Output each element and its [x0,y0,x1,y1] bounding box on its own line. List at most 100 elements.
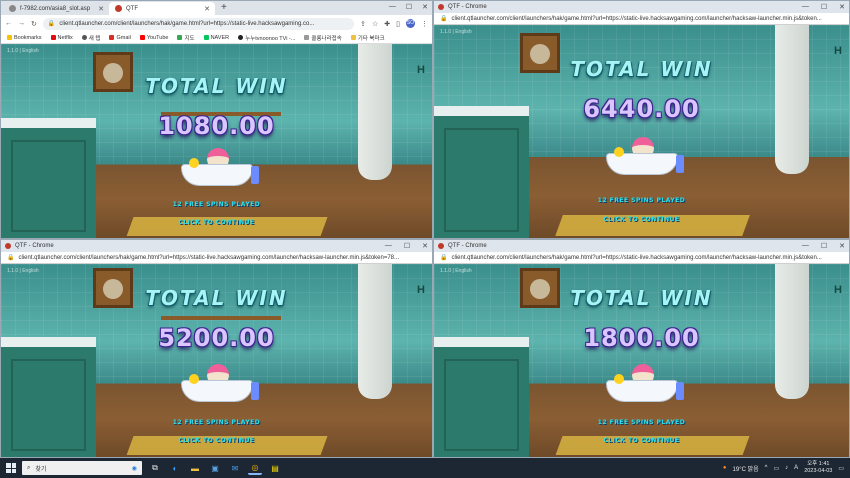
window-controls: — ☐ ✕ [802,242,845,250]
total-win-label: TOTAL WIN [570,57,713,81]
bookmark-item[interactable]: Bookmarks [7,35,42,41]
system-tray: ● 19°C 맑음 ^ ▭ ♪ A 오후 1:41 2023-04-03 ▭ [723,461,844,475]
new-tab-button[interactable]: + [215,2,233,15]
rubber-duck [613,147,624,157]
clock-date: 2023-04-03 [804,468,833,474]
bookmark-folder[interactable]: 기타 북마크 [350,34,385,42]
hacksaw-logo-icon: H [834,45,842,57]
file-explorer-icon[interactable]: ▬ [188,461,202,475]
mail-icon[interactable]: ✉ [228,461,242,475]
total-win-label: TOTAL WIN [570,286,713,310]
chrome-icon[interactable]: ◎ [248,461,262,475]
maximize-icon[interactable]: ☐ [821,3,827,11]
shampoo-bottle [675,382,684,400]
browser-toolbar: ← → ↻ 🔒 client.qtlauncher.com/client/lau… [1,15,432,32]
game-canvas[interactable]: 1.1.0 | English H TOTAL WIN 6440.00 12 F… [434,25,849,238]
minimize-icon[interactable]: — [385,242,392,250]
bookmark-item[interactable]: 쿨롱나라접속 [304,34,342,42]
click-to-continue[interactable]: CLICK TO CONTINUE [1,219,432,226]
bookmark-item[interactable]: Gmail [109,35,131,41]
edge-icon[interactable]: ◐ [168,461,182,475]
notification-icon[interactable]: ▭ [838,465,844,472]
popup-window-4: QTF - Chrome — ☐ ✕ 🔒 client.qtlauncher.c… [433,239,850,458]
popup-window-3: QTF - Chrome — ☐ ✕ 🔒 client.qtlauncher.c… [0,239,433,458]
game-version-tag: 1.1.0 | English [440,29,472,35]
close-icon[interactable]: ✕ [98,5,104,13]
game-canvas[interactable]: 1.1.0 | English H TOTAL WIN 5200.00 12 F… [1,264,432,457]
popup-address-bar[interactable]: 🔒 client.qtlauncher.com/client/launchers… [434,252,849,264]
window-controls: — ☐ ✕ [802,3,845,11]
tab-label: f-7982.com/asia8_slot.asp [20,5,91,12]
bookmark-item[interactable]: 지도 [177,34,195,42]
bathtub-character [180,364,259,402]
profile-avatar[interactable]: SO [406,19,415,28]
shampoo-bottle [250,382,259,400]
bookmark-item[interactable]: Netflix [50,35,73,41]
browser-window-main: f-7982.com/asia8_slot.asp ✕ QTF ✕ + — ☐ … [0,0,433,239]
maximize-icon[interactable]: ☐ [821,242,827,250]
click-to-continue[interactable]: CLICK TO CONTINUE [1,437,432,444]
close-window-icon[interactable]: ✕ [422,242,428,250]
store-icon[interactable]: ▣ [208,461,222,475]
maximize-icon[interactable]: ☐ [406,3,412,11]
address-text: client.qtlauncher.com/client/launchers/h… [451,254,822,261]
taskbar-search[interactable]: ⌕ 찾기 ◉ [22,461,142,475]
bathtub-character [180,148,259,186]
close-icon[interactable]: ✕ [204,5,210,13]
game-version-tag: 1.1.0 | English [440,268,472,274]
minimize-icon[interactable]: — [802,242,809,250]
ime-icon[interactable]: A [794,465,798,471]
game-version-tag: 1.1.0 | English [7,48,39,54]
weather-text: 19°C 맑음 [732,466,759,473]
volume-icon[interactable]: ♪ [785,465,788,471]
close-window-icon[interactable]: ✕ [422,3,428,11]
windows-taskbar: ⌕ 찾기 ◉ ⧉ ◐ ▬ ▣ ✉ ◎ ▤ ● 19°C 맑음 ^ ▭ ♪ A 오… [0,458,850,478]
bookmark-item[interactable]: NAVER [203,35,229,41]
back-icon[interactable]: ← [5,20,12,27]
menu-icon[interactable]: ⋮ [421,20,428,28]
minimize-icon[interactable]: — [389,3,396,11]
popup-address-bar[interactable]: 🔒 client.qtlauncher.com/client/launchers… [1,252,432,264]
bookmark-item[interactable]: YouTube [139,35,168,41]
game-canvas[interactable]: 1.1.0 | English H TOTAL WIN 1080.00 12 F… [1,44,432,238]
start-button[interactable] [6,463,16,473]
bookmark-item[interactable]: 새 탭 [81,34,100,42]
popup-address-bar[interactable]: 🔒 client.qtlauncher.com/client/launchers… [434,13,849,25]
close-window-icon[interactable]: ✕ [839,242,845,250]
network-icon[interactable]: ▭ [774,465,780,472]
window-controls: — ☐ ✕ [385,242,428,250]
gmail-icon [109,35,115,40]
click-to-continue[interactable]: CLICK TO CONTINUE [434,216,849,223]
shampoo-bottle [250,166,259,184]
taskbar-clock[interactable]: 오후 1:41 2023-04-03 [804,461,832,475]
close-window-icon[interactable]: ✕ [839,3,845,11]
bookmark-item[interactable]: 누누tvnoonoo TVi -... [238,34,295,42]
sidepanel-icon[interactable]: ▯ [396,20,400,28]
chevron-up-icon[interactable]: ^ [765,465,768,471]
kakaotalk-icon[interactable]: ▤ [268,461,282,475]
folder-icon [350,35,356,40]
globe-icon [81,35,87,40]
total-win-amount: 6440.00 [583,95,700,123]
free-spins-played: 12 FREE SPINS PLAYED [172,419,261,426]
star-icon[interactable]: ☆ [372,20,378,28]
click-to-continue[interactable]: CLICK TO CONTINUE [434,437,849,444]
share-icon[interactable]: ⇪ [360,20,366,28]
tab-qtf[interactable]: QTF ✕ [109,2,215,15]
qtf-favicon-icon [438,243,444,249]
game-canvas[interactable]: 1.1.0 | English H TOTAL WIN 1800.00 12 F… [434,264,849,457]
tab-label: QTF [126,5,138,12]
forward-icon[interactable]: → [18,20,25,27]
address-text: client.qtlauncher.com/client/launchers/h… [18,254,400,261]
lock-icon: 🔒 [440,16,448,22]
total-win-amount: 5200.00 [158,324,275,352]
maximize-icon[interactable]: ☐ [404,242,410,250]
extensions-icon[interactable]: ✚ [384,20,390,28]
task-view-icon[interactable]: ⧉ [148,461,162,475]
minimize-icon[interactable]: — [802,3,809,11]
tab-slot-site[interactable]: f-7982.com/asia8_slot.asp ✕ [3,2,109,15]
reload-icon[interactable]: ↻ [31,20,37,28]
address-bar[interactable]: 🔒 client.qtlauncher.com/client/launchers… [42,17,355,30]
lock-icon: 🔒 [7,255,15,261]
bathtub-character [605,137,684,175]
